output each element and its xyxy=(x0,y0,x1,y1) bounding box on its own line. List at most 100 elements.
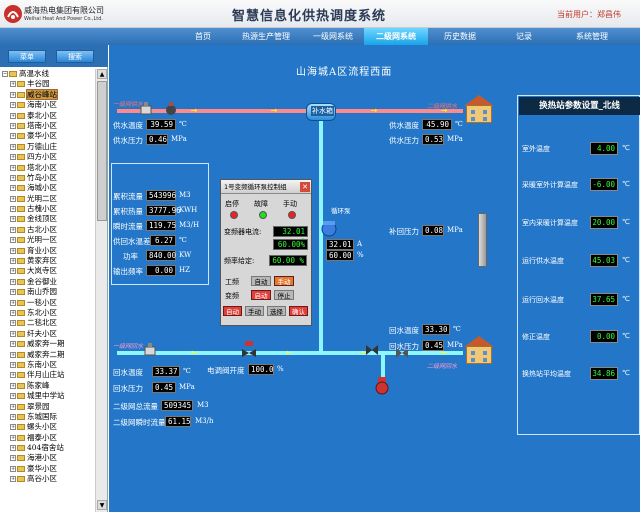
expand-icon[interactable]: + xyxy=(10,133,16,140)
expand-icon[interactable]: + xyxy=(10,476,16,483)
expand-icon[interactable]: + xyxy=(10,81,16,88)
nav-secondary-network[interactable]: 二级网系统 xyxy=(364,28,428,45)
tree-item[interactable]: + 塔北小区 xyxy=(0,163,94,173)
tree-item[interactable]: + 威家奔一期 xyxy=(0,339,94,349)
return-valve-icon[interactable] xyxy=(143,343,157,357)
expand-icon[interactable]: + xyxy=(10,382,16,389)
expand-icon[interactable]: + xyxy=(10,154,16,161)
tree-item[interactable]: + 丰谷园 xyxy=(0,79,94,89)
expand-icon[interactable]: + xyxy=(10,174,16,181)
tree-item[interactable]: + 伴月山庄站 xyxy=(0,370,94,380)
expand-icon[interactable]: + xyxy=(10,226,16,233)
circulating-pump-icon[interactable] xyxy=(319,219,339,237)
expand-icon[interactable]: + xyxy=(10,309,16,316)
param-value[interactable]: 0.00 xyxy=(590,330,618,343)
expand-icon[interactable]: + xyxy=(10,455,16,462)
param-value[interactable]: 34.86 xyxy=(590,367,618,380)
select-button[interactable]: 选择 xyxy=(267,306,286,316)
freq-set-value[interactable]: 60.00 % xyxy=(269,255,307,266)
expand-icon[interactable]: + xyxy=(10,289,16,296)
menu-button[interactable]: 菜单 xyxy=(8,50,46,63)
tree-item[interactable]: + 高谷小区 xyxy=(0,474,94,484)
expand-icon[interactable]: + xyxy=(10,164,16,171)
nav-records[interactable]: 记录 xyxy=(492,28,556,45)
tree-item[interactable]: − 高温水线 xyxy=(0,69,94,79)
tree-item[interactable]: + 威家奔二期 xyxy=(0,350,94,360)
expand-icon[interactable]: + xyxy=(10,195,16,202)
tree-item[interactable]: + 东南小区 xyxy=(0,360,94,370)
motorized-valve-icon[interactable] xyxy=(241,341,257,357)
confirm-button[interactable]: 确认 xyxy=(289,306,308,316)
expand-icon[interactable]: + xyxy=(10,216,16,223)
tree-item[interactable]: + 豪华小区 xyxy=(0,464,94,474)
power-freq-auto-button[interactable]: 自动 xyxy=(251,276,271,286)
expand-icon[interactable]: + xyxy=(10,185,16,192)
expand-icon[interactable]: + xyxy=(10,122,16,129)
tree-item[interactable]: + 二毯北区 xyxy=(0,318,94,328)
power-freq-manual-button[interactable]: 手动 xyxy=(274,276,294,286)
tree-scrollbar[interactable]: ▲ ▼ xyxy=(95,69,107,512)
tree-item[interactable]: + 纤夫小区 xyxy=(0,329,94,339)
expand-icon[interactable]: + xyxy=(10,91,16,98)
expand-icon[interactable]: + xyxy=(10,268,16,275)
expand-icon[interactable]: + xyxy=(10,320,16,327)
tree-item[interactable]: + 金谷御业 xyxy=(0,277,94,287)
expand-icon[interactable]: + xyxy=(10,413,16,420)
expand-icon[interactable]: + xyxy=(10,143,16,150)
tree-item[interactable]: + 光明一区 xyxy=(0,235,94,245)
tree-item[interactable]: + 翠景园 xyxy=(0,402,94,412)
tree-item[interactable]: + 陈家峰 xyxy=(0,381,94,391)
expand-icon[interactable]: + xyxy=(10,237,16,244)
tree-item[interactable]: + 城里中学站 xyxy=(0,391,94,401)
expand-icon[interactable]: + xyxy=(10,403,16,410)
tree-item[interactable]: + 光明二区 xyxy=(0,194,94,204)
tree-item[interactable]: + 海港小区 xyxy=(0,453,94,463)
tree-item[interactable]: + 古北小区 xyxy=(0,225,94,235)
tree-item[interactable]: + 竹岛小区 xyxy=(0,173,94,183)
scroll-thumb[interactable] xyxy=(97,81,107,221)
expand-icon[interactable]: + xyxy=(10,102,16,109)
tree-item[interactable]: + 塔南小区 xyxy=(0,121,94,131)
expand-icon[interactable]: + xyxy=(10,372,16,379)
expand-icon[interactable]: + xyxy=(10,247,16,254)
start-button[interactable]: 启动 xyxy=(251,290,271,300)
close-icon[interactable]: ✕ xyxy=(300,182,310,192)
expand-icon[interactable]: + xyxy=(10,341,16,348)
nav-system-admin[interactable]: 系统管理 xyxy=(556,28,628,45)
expand-icon[interactable]: + xyxy=(10,434,16,441)
tree-item[interactable]: + 福泰小区 xyxy=(0,433,94,443)
expand-icon[interactable]: + xyxy=(10,112,16,119)
scroll-down-icon[interactable]: ▼ xyxy=(97,500,107,510)
tree-item[interactable]: + 古槐小区 xyxy=(0,204,94,214)
stop-button[interactable]: 停止 xyxy=(274,290,294,300)
tree-item[interactable]: + 南山乔园 xyxy=(0,287,94,297)
expand-icon[interactable]: + xyxy=(10,206,16,213)
manual-button[interactable]: 手动 xyxy=(245,306,264,316)
tree-item[interactable]: + 一毯小区 xyxy=(0,298,94,308)
expand-icon[interactable]: + xyxy=(10,465,16,472)
nav-home[interactable]: 首页 xyxy=(176,28,230,45)
tree-item[interactable]: + 万德山庄 xyxy=(0,142,94,152)
tree-item[interactable]: + 东城国际 xyxy=(0,412,94,422)
nav-history[interactable]: 历史数据 xyxy=(428,28,492,45)
expand-icon[interactable]: + xyxy=(10,361,16,368)
expand-icon[interactable]: + xyxy=(10,258,16,265)
tree-item[interactable]: + 海南小区 xyxy=(0,100,94,110)
makeup-pump-icon[interactable] xyxy=(373,377,391,395)
collapse-icon[interactable]: − xyxy=(2,71,8,77)
tree-item[interactable]: + 威谷峰站 xyxy=(0,88,94,100)
tree-item[interactable]: + 黄家弃区 xyxy=(0,256,94,266)
tree-item[interactable]: +404宿舍站 xyxy=(0,443,94,453)
expand-icon[interactable]: + xyxy=(10,393,16,400)
expand-icon[interactable]: + xyxy=(10,299,16,306)
valve-icon[interactable] xyxy=(139,102,153,116)
tree-item[interactable]: + 海城小区 xyxy=(0,183,94,193)
nav-primary-network[interactable]: 一级网系统 xyxy=(302,28,364,45)
expand-icon[interactable]: + xyxy=(10,330,16,337)
expand-icon[interactable]: + xyxy=(10,445,16,452)
tree-item[interactable]: + 螺头小区 xyxy=(0,422,94,432)
tree-item[interactable]: + 东北小区 xyxy=(0,308,94,318)
tree-item[interactable]: + 豪华小区 xyxy=(0,131,94,141)
param-value[interactable]: 45.03 xyxy=(590,254,618,267)
distribution-cabinet[interactable] xyxy=(478,213,487,267)
